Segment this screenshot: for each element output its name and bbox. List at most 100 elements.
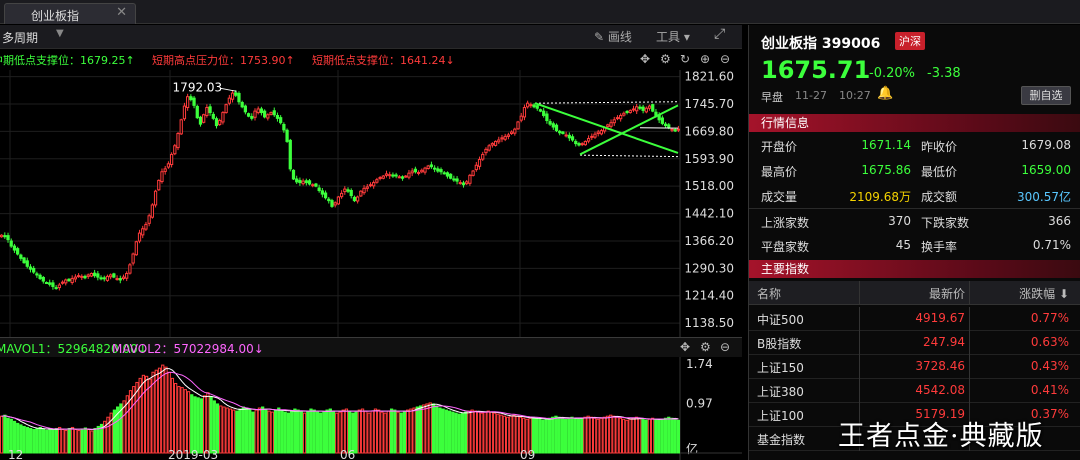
table-row[interactable]: 上证150 3728.46 0.43% (749, 355, 1080, 379)
volume-bar (28, 427, 33, 454)
volume-bar (389, 408, 394, 454)
candle (506, 134, 511, 137)
zoom-in-icon[interactable]: ⊕ (700, 52, 710, 66)
market-badge: 沪深 (895, 32, 925, 50)
candle (256, 108, 260, 114)
close-icon[interactable]: ✕ (116, 5, 127, 20)
volume-bar (396, 411, 400, 454)
candle (461, 182, 466, 186)
candle (189, 96, 193, 101)
x-tick-label: 2019-03 (168, 448, 218, 460)
candle (208, 106, 212, 114)
tools-menu-button[interactable]: 工具 ▾ (656, 28, 690, 45)
candle (205, 107, 209, 116)
candle (481, 153, 485, 160)
volume-bar (377, 409, 381, 454)
period-selector[interactable]: 多周期 (2, 29, 38, 46)
remove-watchlist-button[interactable]: 删自选 (1021, 86, 1071, 105)
candle (420, 169, 424, 173)
candle (542, 110, 546, 116)
volume-bar (183, 389, 187, 454)
volume-bar (96, 425, 100, 454)
resist-short-indicator: 短期高点压力位：1753.90↑ (152, 54, 295, 67)
volume-bar (422, 404, 426, 454)
volume-bar (348, 410, 352, 454)
y-tick-label: 0.97 (686, 396, 713, 410)
draw-line-button[interactable]: ✎ 画线 (594, 28, 632, 45)
volume-bar (93, 427, 97, 454)
zoom-out-icon[interactable]: ⊖ (720, 340, 730, 354)
index-price: 247.94 (923, 335, 965, 349)
candlestick-chart[interactable]: 1821.60 1745.70 1669.80 1593.90 1518.00 1442.… (0, 70, 742, 337)
volume-bar (80, 428, 84, 454)
refresh-icon[interactable]: ↻ (680, 52, 690, 66)
candle (522, 107, 527, 118)
volume-bar (383, 412, 387, 454)
volume-bar (393, 409, 397, 454)
candle (397, 176, 401, 179)
zoom-out-icon[interactable]: ⊖ (720, 52, 730, 66)
candle (670, 128, 674, 131)
index-price: 4919.67 (915, 311, 965, 325)
candle (314, 183, 318, 187)
volume-chart[interactable]: 1.74 0.97 亿 12 2019-03 06 09 (0, 357, 742, 460)
candle (580, 143, 584, 146)
watermark: 王者点金·典藏版 (838, 421, 1044, 452)
candle (186, 96, 190, 109)
move-icon[interactable]: ✥ (680, 340, 690, 354)
index-name: 中证500 (757, 313, 804, 327)
candle (19, 254, 23, 259)
col-pct[interactable]: 涨跌幅 ⬇ (1019, 285, 1069, 302)
tab-chinext[interactable]: 创业板指 ✕ (4, 3, 136, 24)
volume-bar (302, 412, 307, 454)
candle (282, 123, 286, 131)
volume-bar (464, 411, 468, 454)
table-row[interactable]: B股指数 247.94 0.63% (749, 331, 1080, 355)
volume-bar (489, 411, 494, 454)
candle (545, 113, 549, 122)
volume-bar (257, 407, 262, 454)
gear-icon[interactable]: ⚙ (660, 52, 671, 66)
x-tick-label: 06 (340, 448, 355, 460)
trend-line (534, 101, 679, 104)
volume-bar (380, 411, 384, 454)
volume-bar (322, 411, 326, 454)
expand-icon[interactable]: ⤢ (714, 26, 725, 42)
move-icon[interactable]: ✥ (640, 52, 650, 66)
candle (609, 122, 613, 127)
volume-bar (57, 426, 62, 454)
candle (368, 184, 373, 187)
volume-bar (596, 418, 600, 454)
volume-bar (612, 415, 616, 454)
bell-icon[interactable]: 🔔 (877, 86, 893, 101)
candle (548, 121, 552, 125)
volume-bar (534, 417, 539, 454)
candle (307, 180, 312, 185)
volume-bar (251, 411, 255, 454)
volume-bar (406, 409, 410, 454)
volume-bar (470, 409, 474, 454)
candle (60, 281, 65, 284)
support-short-indicator: 短期低点支撑位：1641.24↓ (312, 54, 455, 67)
y-tick-label: 1214.40 (684, 289, 734, 303)
volume-bar (641, 418, 645, 454)
candle (356, 196, 360, 202)
candle (612, 119, 616, 124)
table-row[interactable]: 上证380 4542.08 0.41% (749, 379, 1080, 403)
volume-bar (673, 418, 677, 454)
volume-bar (428, 402, 432, 454)
volume-bar (54, 427, 59, 454)
table-row[interactable]: 中证500 4919.67 0.77% (749, 307, 1080, 331)
change-percent: -0.20% (869, 66, 915, 81)
candle (311, 184, 315, 187)
candle (468, 174, 472, 184)
candle (64, 279, 68, 284)
candle (625, 110, 629, 113)
volume-bar (538, 418, 542, 454)
chevron-down-icon[interactable]: ▼ (56, 28, 64, 39)
candle (160, 171, 164, 182)
candle (51, 282, 55, 287)
candle (38, 274, 42, 280)
gear-icon[interactable]: ⚙ (700, 340, 711, 354)
candle (150, 204, 154, 218)
